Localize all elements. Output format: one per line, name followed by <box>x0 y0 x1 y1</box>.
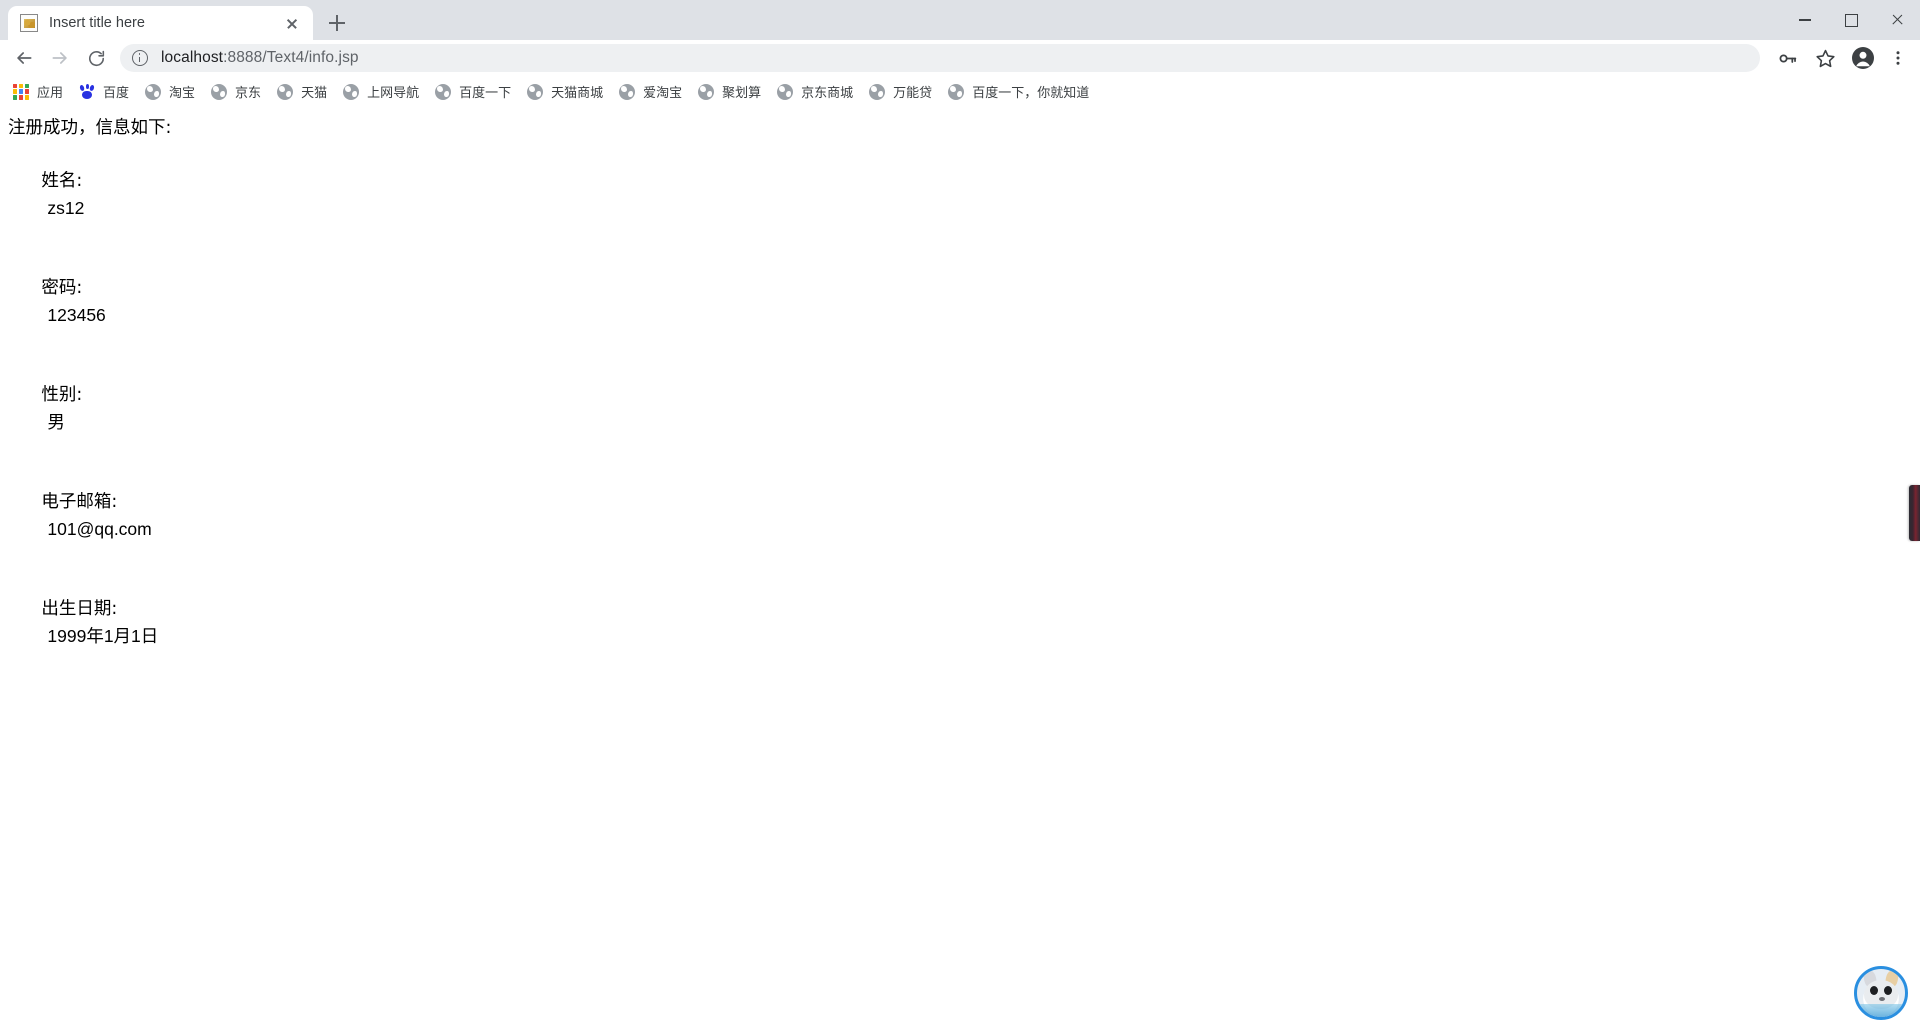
field-value: zs12 <box>47 197 85 218</box>
globe-icon <box>777 83 794 100</box>
bookmark-item-jd[interactable]: 京东 <box>204 79 270 105</box>
field-value: 123456 <box>47 304 106 325</box>
field-label: 密码: <box>41 278 83 298</box>
bookmark-label: 京东 <box>235 85 262 100</box>
bookmark-label: 万能贷 <box>893 85 933 100</box>
globe-icon <box>211 83 228 100</box>
assistant-nose <box>1879 997 1885 1001</box>
globe-icon <box>435 83 452 100</box>
bookmark-label: 聚划算 <box>722 85 762 100</box>
password-key-icon[interactable] <box>1768 42 1806 74</box>
browser-tab[interactable]: Insert title here <box>8 6 313 40</box>
field-row-email: 电子邮箱: 101@qq.com <box>8 463 1920 570</box>
broken-image-icon <box>20 14 38 32</box>
apps-grid-icon <box>13 83 29 100</box>
window-controls <box>1782 0 1920 40</box>
registration-result: 注册成功，信息如下: 姓名: zs12 密码: 123456 性别: 男 电子邮… <box>0 105 1920 677</box>
bookmark-item-tmall-mall[interactable]: 天猫商城 <box>520 79 612 105</box>
field-row-password: 密码: 123456 <box>8 249 1920 356</box>
bookmark-label: 百度 <box>103 85 130 100</box>
bookmark-item-jd-mall[interactable]: 京东商城 <box>770 79 862 105</box>
globe-icon <box>948 83 965 100</box>
page-viewport: 注册成功，信息如下: 姓名: zs12 密码: 123456 性别: 男 电子邮… <box>0 105 1920 1030</box>
globe-icon <box>869 83 886 100</box>
forward-icon[interactable] <box>42 40 78 76</box>
info-circle-icon[interactable] <box>132 50 148 66</box>
bookmark-label: 爱淘宝 <box>643 85 683 100</box>
assistant-eye-left <box>1870 986 1878 995</box>
bookmark-label: 淘宝 <box>169 85 196 100</box>
bookmark-label: 百度一下，你就知道 <box>972 85 1090 100</box>
baidu-icon <box>79 83 95 100</box>
tab-strip: Insert title here <box>0 0 1920 40</box>
globe-icon <box>145 83 162 100</box>
close-window-icon[interactable] <box>1874 0 1920 40</box>
bookmark-item-tmall[interactable]: 天猫 <box>270 79 336 105</box>
field-row-name: 姓名: zs12 <box>8 142 1920 249</box>
bookmark-label: 天猫商城 <box>551 85 604 100</box>
result-heading: 注册成功，信息如下: <box>8 118 172 138</box>
bookmark-label: 上网导航 <box>367 85 420 100</box>
field-row-gender: 性别: 男 <box>8 356 1920 463</box>
field-value: 1999年1月1日 <box>47 625 159 646</box>
bookmark-label: 天猫 <box>301 85 328 100</box>
side-panel-handle[interactable] <box>1909 485 1920 541</box>
bookmark-item-baidu-slogan[interactable]: 百度一下，你就知道 <box>941 79 1098 105</box>
globe-icon <box>698 83 715 100</box>
globe-icon <box>277 83 294 100</box>
bookmark-label: 应用 <box>37 85 64 100</box>
url-text: localhost:8888/Text4/info.jsp <box>161 49 359 66</box>
profile-avatar-icon[interactable] <box>1844 42 1882 74</box>
browser-toolbar: localhost:8888/Text4/info.jsp <box>0 40 1920 76</box>
bookmarks-bar: 应用 百度 淘宝 京东 天猫 上网导航 百度一下 天猫商城 爱淘宝 聚划算 京东 <box>0 76 1920 108</box>
field-value: 男 <box>47 411 65 432</box>
reload-icon[interactable] <box>78 40 114 76</box>
field-row-birthdate: 出生日期: 1999年1月1日 <box>8 570 1920 677</box>
bookmark-item-wannengdai[interactable]: 万能贷 <box>862 79 941 105</box>
back-icon[interactable] <box>6 40 42 76</box>
minimize-icon[interactable] <box>1782 0 1828 40</box>
bookmark-item-apps[interactable]: 应用 <box>6 79 72 105</box>
field-label: 出生日期: <box>41 599 118 619</box>
maximize-icon[interactable] <box>1828 0 1874 40</box>
assistant-water <box>1857 1004 1905 1017</box>
bookmark-item-nav[interactable]: 上网导航 <box>336 79 428 105</box>
bookmark-item-baidu-search[interactable]: 百度一下 <box>428 79 520 105</box>
bookmark-item-taobao[interactable]: 淘宝 <box>138 79 204 105</box>
tab-title: Insert title here <box>49 15 145 31</box>
field-label: 电子邮箱: <box>41 492 118 512</box>
more-menu-icon[interactable] <box>1882 42 1914 74</box>
globe-icon <box>527 83 544 100</box>
new-tab-button[interactable] <box>322 8 352 38</box>
field-label: 性别: <box>41 385 83 405</box>
close-icon[interactable] <box>281 12 303 34</box>
bookmark-label: 百度一下 <box>459 85 512 100</box>
globe-icon <box>619 83 636 100</box>
bookmark-item-juhuasuan[interactable]: 聚划算 <box>691 79 770 105</box>
bookmark-label: 京东商城 <box>801 85 854 100</box>
address-bar[interactable]: localhost:8888/Text4/info.jsp <box>120 44 1760 72</box>
globe-icon <box>343 83 360 100</box>
field-value: 101@qq.com <box>47 518 152 539</box>
field-label: 姓名: <box>41 171 83 191</box>
bookmark-item-baidu[interactable]: 百度 <box>72 79 138 105</box>
bookmark-item-itao[interactable]: 爱淘宝 <box>612 79 691 105</box>
bookmark-star-icon[interactable] <box>1806 42 1844 74</box>
assistant-eye-right <box>1884 986 1892 995</box>
floating-assistant-avatar[interactable] <box>1854 966 1908 1020</box>
